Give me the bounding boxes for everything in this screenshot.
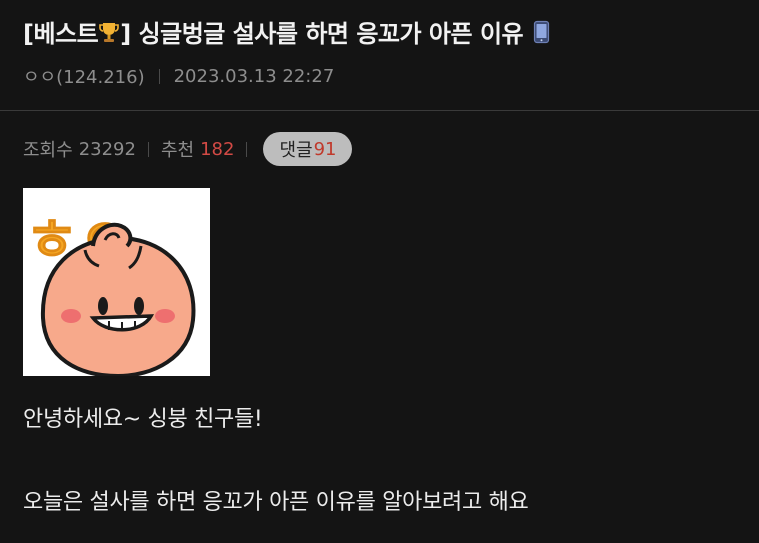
post-body-line-1: 안녕하세요~ 싱붕 친구들!	[23, 407, 263, 432]
stats-divider	[147, 141, 149, 157]
post-header: [베스트 ] 싱글벙글 설사를 하면 응꼬가 아픈 이유 ㅇㅇ(124.216)…	[0, 0, 759, 110]
post-stats: 조회수 23292 추천 182 댓글 91	[23, 132, 353, 166]
post-image[interactable]: ㅎㅇ	[23, 188, 210, 376]
character-illustration: ㅎㅇ	[25, 206, 196, 376]
meta-divider	[158, 68, 160, 84]
post-title[interactable]: [베스트 ] 싱글벙글 설사를 하면 응꼬가 아픈 이유	[23, 14, 550, 49]
stats-divider	[246, 141, 248, 157]
recommend-label: 추천	[160, 140, 195, 161]
header-divider	[0, 110, 759, 111]
post-body-line-2: 오늘은 설사를 하면 응꼬가 아픈 이유를 알아보려고 해요	[23, 490, 529, 515]
post-title-prefix: [베스트	[23, 20, 99, 48]
comments-label: 댓글	[279, 140, 313, 161]
views-count: 23292	[78, 138, 136, 160]
author-name[interactable]: ㅇㅇ(124.216)	[23, 63, 145, 89]
post-date: 2023.03.13 22:27	[173, 65, 335, 87]
trophy-icon	[99, 20, 120, 44]
mobile-phone-icon	[533, 20, 550, 44]
recommend-count: 182	[200, 138, 235, 160]
comments-count: 91	[313, 138, 337, 160]
comments-button[interactable]: 댓글 91	[263, 132, 353, 166]
post-meta: ㅇㅇ(124.216) 2023.03.13 22:27	[23, 63, 334, 89]
views-label: 조회수	[23, 140, 73, 161]
post-title-text: ] 싱글벙글 설사를 하면 응꼬가 아픈 이유	[120, 20, 524, 48]
